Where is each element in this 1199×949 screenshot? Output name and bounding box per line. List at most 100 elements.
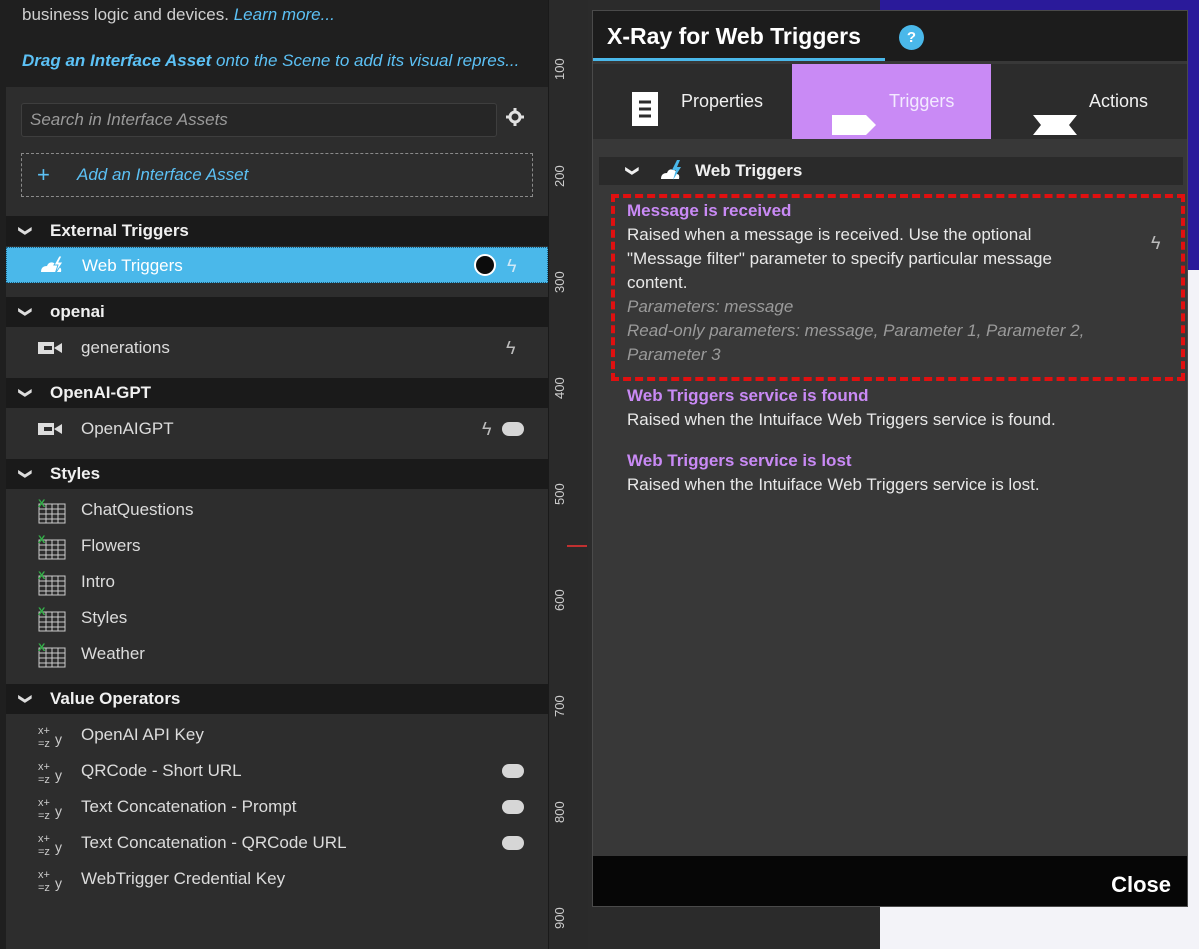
asset-item-weather[interactable]: X Weather: [6, 636, 548, 672]
intro-line: business logic and devices.: [22, 5, 229, 24]
section-openai[interactable]: ❯ openai: [6, 297, 548, 327]
api-icon: [36, 336, 68, 360]
svg-text:=z: =z: [38, 738, 50, 749]
svg-text:y: y: [55, 875, 62, 891]
trigger-service-found[interactable]: Web Triggers service is found Raised whe…: [627, 384, 1056, 432]
trigger-tab-icon: [832, 92, 876, 167]
dialog-title: X-Ray for Web Triggers: [607, 23, 861, 49]
xray-icon[interactable]: [474, 254, 496, 276]
chevron-down-icon: ❯: [18, 693, 34, 705]
web-triggers-group-header[interactable]: ❯ Web Triggers: [599, 157, 1183, 185]
web-trigger-icon: [659, 159, 685, 183]
asset-item-label: Web Triggers: [82, 256, 183, 275]
ruler-label: 500: [552, 483, 567, 505]
svg-text:x+: x+: [38, 833, 50, 845]
svg-text:y: y: [55, 731, 62, 747]
asset-item-label: Text Concatenation - Prompt: [81, 797, 297, 816]
close-button[interactable]: Close: [1111, 872, 1171, 898]
section-title: OpenAI-GPT: [50, 383, 152, 402]
api-icon: [36, 417, 68, 441]
xray-dialog: X-Ray for Web Triggers ? Properties Trig…: [592, 10, 1188, 907]
asset-item-web-triggers[interactable]: Web Triggers ϟ: [6, 247, 548, 283]
asset-item-openaigpt[interactable]: OpenAIGPT ϟ: [6, 411, 548, 447]
add-asset-button[interactable]: + Add an Interface Asset: [21, 153, 533, 197]
dialog-header: X-Ray for Web Triggers ?: [593, 11, 1187, 61]
section-title: Styles: [50, 464, 101, 483]
ruler-label: 300: [552, 271, 567, 293]
section-styles[interactable]: ❯ Styles: [6, 459, 548, 489]
asset-item-styles[interactable]: X Styles: [6, 600, 548, 636]
svg-text:X: X: [38, 570, 46, 582]
asset-item-chatquestions[interactable]: X ChatQuestions: [6, 492, 548, 528]
tab-properties[interactable]: Properties: [593, 64, 792, 139]
svg-text:X: X: [38, 534, 46, 546]
property-icon: [502, 422, 524, 436]
ruler-position-marker: [567, 545, 587, 547]
value-operator-icon: x+ =z y: [36, 723, 68, 750]
ruler-label: 600: [552, 589, 567, 611]
action-tab-icon: [1033, 92, 1077, 167]
tab-actions[interactable]: Actions: [991, 64, 1190, 139]
interface-assets-panel: business logic and devices. Learn more..…: [0, 0, 548, 949]
excel-icon: X: [36, 570, 68, 596]
asset-item-label: Text Concatenation - QRCode URL: [81, 833, 347, 852]
trigger-description: Raised when the Intuiface Web Triggers s…: [627, 475, 1040, 494]
svg-text:y: y: [55, 839, 62, 855]
asset-item-openai-api-key[interactable]: x+ =z y OpenAI API Key: [6, 717, 548, 753]
title-underline: [593, 58, 885, 61]
group-title: Web Triggers: [695, 161, 803, 180]
ruler-label: 200: [552, 165, 567, 187]
asset-item-text-concat-prompt[interactable]: x+ =z y Text Concatenation - Prompt: [6, 789, 548, 825]
chevron-down-icon: ❯: [625, 165, 641, 177]
intro-text: business logic and devices. Learn more..…: [22, 5, 335, 25]
section-value-operators[interactable]: ❯ Value Operators: [6, 684, 548, 714]
trigger-message-received[interactable]: Message is received Raised when a messag…: [627, 199, 1084, 367]
bolt-icon: ϟ: [482, 419, 492, 439]
asset-item-label: generations: [81, 338, 170, 357]
value-operator-icon: x+ =z y: [36, 795, 68, 822]
search-input[interactable]: Search in Interface Assets: [21, 103, 497, 137]
asset-item-flowers[interactable]: X Flowers: [6, 528, 548, 564]
asset-item-label: Intro: [81, 572, 116, 591]
asset-item-generations[interactable]: generations ϟ: [6, 330, 548, 366]
svg-text:X: X: [38, 498, 46, 510]
asset-item-qrcode-short-url[interactable]: x+ =z y QRCode - Short URL: [6, 753, 548, 789]
svg-text:x+: x+: [38, 725, 50, 737]
svg-text:X: X: [38, 642, 46, 654]
help-icon[interactable]: ?: [899, 25, 924, 50]
learn-more-link[interactable]: Learn more...: [234, 5, 335, 24]
svg-text:=z: =z: [38, 774, 50, 785]
excel-icon: X: [36, 606, 68, 632]
svg-text:=z: =z: [38, 846, 50, 857]
value-operator-icon: x+ =z y: [36, 867, 68, 894]
section-openai-gpt[interactable]: ❯ OpenAI-GPT: [6, 378, 548, 408]
trigger-service-lost[interactable]: Web Triggers service is lost Raised when…: [627, 449, 1040, 497]
section-title: Value Operators: [50, 689, 181, 708]
tab-triggers[interactable]: Triggers: [792, 64, 991, 139]
drag-hint: Drag an Interface Asset onto the Scene t…: [22, 51, 537, 71]
dialog-tabs: Properties Triggers Actions: [593, 64, 1187, 139]
trigger-name: Web Triggers service is found: [627, 386, 869, 405]
trigger-description: "Message filter" parameter to specify pa…: [627, 249, 1052, 268]
asset-item-intro[interactable]: X Intro: [6, 564, 548, 600]
web-trigger-icon: [37, 254, 69, 278]
plus-icon: +: [37, 162, 50, 187]
chevron-down-icon: ❯: [18, 306, 34, 318]
property-icon: [502, 836, 524, 850]
chevron-down-icon: ❯: [18, 387, 34, 399]
gear-icon[interactable]: [503, 107, 527, 131]
asset-item-label: WebTrigger Credential Key: [81, 869, 286, 888]
tab-label: Properties: [681, 91, 764, 111]
ruler-label: 400: [552, 377, 567, 399]
section-external-triggers[interactable]: ❯ External Triggers: [6, 216, 548, 246]
trigger-description: content.: [627, 273, 688, 292]
asset-item-webtrigger-credential-key[interactable]: x+ =z y WebTrigger Credential Key: [6, 861, 548, 897]
excel-icon: X: [36, 534, 68, 560]
trigger-name: Message is received: [627, 201, 792, 220]
asset-item-text-concat-qrcode[interactable]: x+ =z y Text Concatenation - QRCode URL: [6, 825, 548, 861]
ruler-label: 800: [552, 801, 567, 823]
add-asset-label: Add an Interface Asset: [77, 165, 249, 184]
drag-hint-bold: Drag an Interface Asset: [22, 51, 212, 70]
value-operator-icon: x+ =z y: [36, 759, 68, 786]
section-title: openai: [50, 302, 105, 321]
